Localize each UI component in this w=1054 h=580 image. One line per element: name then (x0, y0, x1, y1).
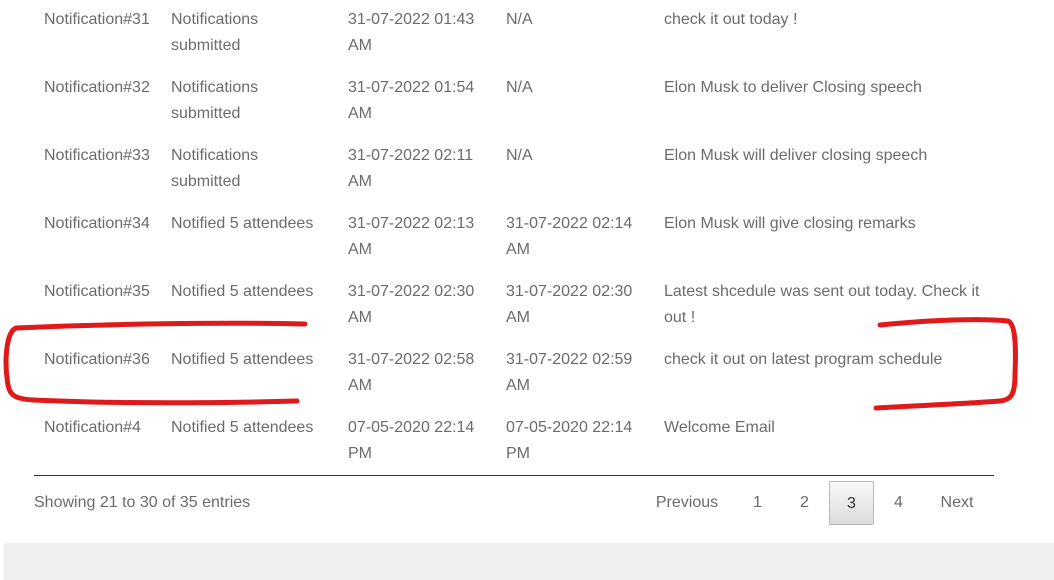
table-row: Notification#36 Notified 5 attendees 31-… (0, 340, 1000, 408)
created-date-cell: 31-07-2022 02:58 AM (348, 351, 475, 394)
next-page-button[interactable]: Next (922, 481, 992, 525)
sent-date-cell: N/A (506, 147, 533, 164)
message-cell: Elon Musk will deliver closing speech (664, 147, 928, 164)
created-date-cell: 31-07-2022 02:13 AM (348, 215, 475, 258)
notification-id-cell: Notification#35 (44, 283, 150, 300)
table-bottom-divider (34, 475, 994, 476)
message-cell: Latest shcedule was sent out today. Chec… (664, 283, 980, 326)
notification-id-cell: Notification#31 (44, 11, 150, 28)
sent-date-cell: N/A (506, 11, 533, 28)
table-row: Notification#34 Notified 5 attendees 31-… (0, 204, 1000, 272)
page-3-button-current[interactable]: 3 (829, 481, 874, 525)
table-row: Notification#33 Notifications submitted … (0, 136, 1000, 204)
notification-id-cell: Notification#36 (44, 351, 150, 368)
table-row: Notification#4 Notified 5 attendees 07-0… (0, 408, 1000, 476)
notification-id-cell: Notification#4 (44, 419, 141, 436)
created-date-cell: 31-07-2022 01:54 AM (348, 79, 475, 122)
entries-info: Showing 21 to 30 of 35 entries (34, 494, 251, 511)
notification-id-cell: Notification#33 (44, 147, 150, 164)
sent-date-cell: 31-07-2022 02:59 AM (506, 351, 633, 394)
created-date-cell: 31-07-2022 02:30 AM (348, 283, 475, 326)
sent-date-cell: 31-07-2022 02:30 AM (506, 283, 633, 326)
status-cell: Notified 5 attendees (171, 283, 314, 300)
sent-date-cell: N/A (506, 79, 533, 96)
status-cell: Notified 5 attendees (171, 215, 314, 232)
page-2-button[interactable]: 2 (781, 481, 828, 525)
table-row: Notification#32 Notifications submitted … (0, 68, 1000, 136)
previous-page-button[interactable]: Previous (640, 481, 734, 525)
message-cell: check it out today ! (664, 11, 798, 28)
sent-date-cell: 31-07-2022 02:14 AM (506, 215, 633, 258)
status-cell: Notifications submitted (171, 11, 259, 54)
sent-date-cell: 07-05-2020 22:14 PM (506, 419, 633, 462)
pagination: Previous 1 2 3 4 Next (640, 481, 992, 525)
message-cell: Welcome Email (664, 419, 775, 436)
notifications-page: Notification#31 Notifications submitted … (0, 0, 1054, 580)
message-cell: check it out on latest program schedule (664, 351, 943, 368)
footer-band (4, 543, 1054, 580)
status-cell: Notified 5 attendees (171, 419, 314, 436)
table-row: Notification#35 Notified 5 attendees 31-… (0, 272, 1000, 340)
message-cell: Elon Musk to deliver Closing speech (664, 79, 922, 96)
status-cell: Notified 5 attendees (171, 351, 314, 368)
created-date-cell: 31-07-2022 01:43 AM (348, 11, 475, 54)
status-cell: Notifications submitted (171, 147, 259, 190)
page-1-button[interactable]: 1 (734, 481, 781, 525)
message-cell: Elon Musk will give closing remarks (664, 215, 916, 232)
created-date-cell: 31-07-2022 02:11 AM (348, 147, 474, 190)
page-4-button[interactable]: 4 (875, 481, 922, 525)
table-row: Notification#31 Notifications submitted … (0, 0, 1000, 68)
status-cell: Notifications submitted (171, 79, 259, 122)
created-date-cell: 07-05-2020 22:14 PM (348, 419, 475, 462)
notification-id-cell: Notification#34 (44, 215, 150, 232)
notification-id-cell: Notification#32 (44, 79, 150, 96)
